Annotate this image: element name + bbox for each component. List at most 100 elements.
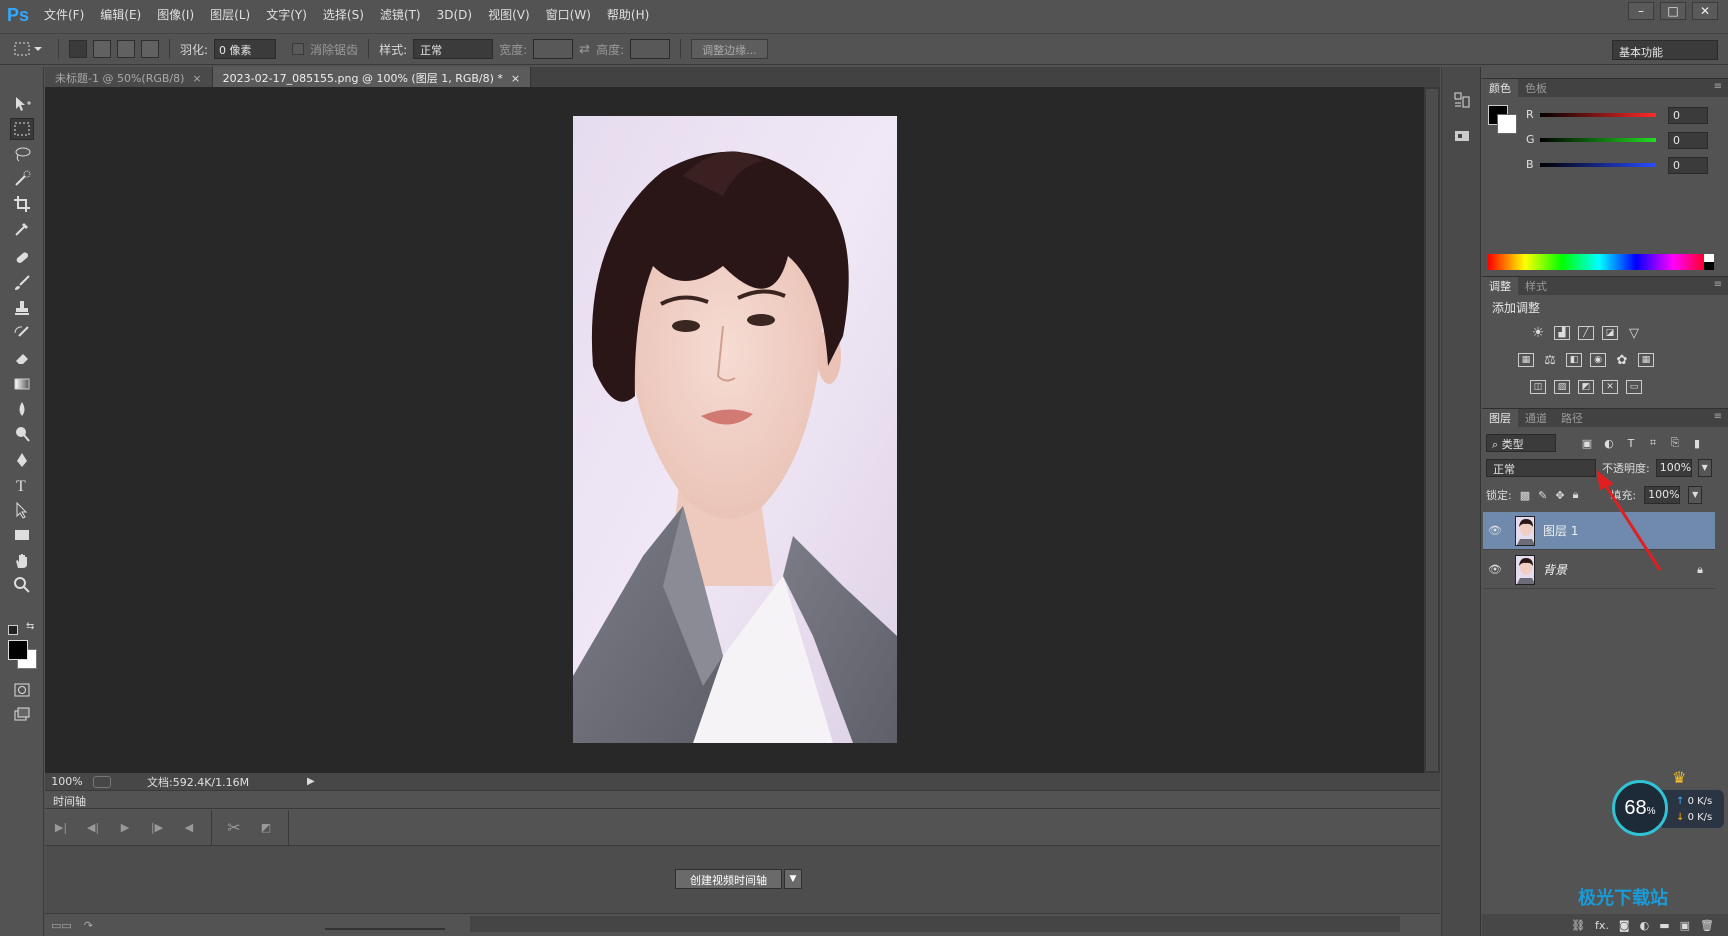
panel-menu-icon[interactable]: ≡ — [1714, 81, 1722, 92]
properties-panel-icon[interactable] — [1453, 127, 1471, 145]
pixel-filter-icon[interactable]: ▣ — [1576, 437, 1598, 450]
color-spectrum[interactable] — [1488, 254, 1710, 270]
crop-tool-icon[interactable] — [10, 193, 34, 215]
menu-help[interactable]: 帮助(H) — [599, 0, 657, 30]
menu-image[interactable]: 图像(I) — [149, 0, 202, 30]
red-value[interactable]: 0 — [1668, 107, 1708, 124]
shape-filter-icon[interactable]: ⌗ — [1642, 436, 1664, 450]
swap-icon[interactable]: ⇄ — [579, 42, 590, 57]
status-info-icon[interactable] — [93, 775, 111, 788]
spectrum-black-white[interactable] — [1704, 254, 1714, 270]
green-value[interactable]: 0 — [1668, 132, 1708, 149]
exposure-icon[interactable]: ◪ — [1602, 326, 1618, 340]
screen-mode-icon[interactable] — [10, 703, 34, 725]
maximize-button[interactable]: □ — [1660, 2, 1686, 20]
lasso-tool-icon[interactable] — [10, 143, 34, 165]
panel-menu-icon[interactable]: ≡ — [1714, 411, 1722, 422]
minimize-button[interactable]: – — [1628, 2, 1654, 20]
color-lookup-icon[interactable]: ▦ — [1638, 353, 1654, 367]
create-video-timeline-button[interactable]: 创建视频时间轴 — [675, 869, 782, 889]
tab-adjustments[interactable]: 调整 — [1482, 276, 1518, 296]
brightness-icon[interactable]: ☀ — [1530, 325, 1546, 341]
convert-frames-icon[interactable]: ▭▭ — [51, 919, 72, 932]
render-icon[interactable]: ↷ — [84, 919, 93, 932]
layer-name[interactable]: 图层 1 — [1543, 522, 1578, 539]
refine-edge-button[interactable]: 调整边缘... — [691, 39, 768, 59]
style-select[interactable]: 正常 — [413, 39, 494, 59]
new-group-icon[interactable]: ▬ — [1659, 919, 1669, 932]
menu-file[interactable]: 文件(F) — [36, 0, 92, 30]
transition-icon[interactable]: ◩ — [250, 821, 282, 834]
curves-icon[interactable]: ╱ — [1578, 326, 1594, 340]
portrait-photo[interactable] — [573, 116, 897, 743]
photo-filter-icon[interactable]: ◉ — [1590, 353, 1606, 367]
blur-tool-icon[interactable] — [10, 398, 34, 420]
close-button[interactable]: ✕ — [1692, 2, 1718, 20]
zoom-level[interactable]: 100% — [45, 775, 89, 788]
smart-object-filter-icon[interactable]: ⎘ — [1664, 436, 1686, 450]
dodge-tool-icon[interactable] — [10, 423, 34, 445]
marquee-preset-icon[interactable] — [14, 39, 48, 59]
quick-mask-icon[interactable] — [10, 679, 34, 701]
link-layers-icon[interactable]: ⛓ — [1571, 919, 1585, 932]
quick-select-tool-icon[interactable] — [10, 168, 34, 190]
eye-icon[interactable]: 👁︎ — [1483, 563, 1507, 576]
blend-mode-select[interactable]: 正常 — [1486, 459, 1596, 477]
hue-saturation-icon[interactable]: ▦ — [1518, 353, 1534, 367]
tab-styles[interactable]: 样式 — [1518, 277, 1554, 296]
move-tool-icon[interactable] — [10, 93, 34, 115]
new-adjustment-icon[interactable]: ◐ — [1640, 919, 1650, 932]
menu-view[interactable]: 视图(V) — [480, 0, 538, 30]
width-input[interactable] — [533, 39, 574, 59]
scrollbar-thumb[interactable] — [1426, 89, 1438, 771]
menu-type[interactable]: 文字(Y) — [258, 0, 315, 30]
lock-transparency-icon[interactable]: ▩ — [1520, 489, 1530, 502]
lock-all-icon[interactable]: 🔒︎ — [1573, 488, 1579, 502]
next-frame-icon[interactable]: |▶ — [141, 821, 173, 834]
tab-paths[interactable]: 路径 — [1554, 409, 1590, 428]
close-icon[interactable]: × — [511, 72, 520, 85]
play-icon[interactable]: ▶ — [109, 821, 141, 834]
swap-colors-icon[interactable]: ⇆ — [26, 621, 34, 632]
marquee-tool-icon[interactable] — [10, 118, 34, 140]
first-frame-icon[interactable]: ▶| — [45, 821, 77, 834]
hand-tool-icon[interactable] — [10, 550, 34, 572]
healing-brush-tool-icon[interactable] — [10, 247, 34, 269]
menu-select[interactable]: 选择(S) — [315, 0, 372, 30]
tab-swatches[interactable]: 色板 — [1518, 79, 1554, 98]
gradient-tool-icon[interactable] — [10, 373, 34, 395]
clone-stamp-tool-icon[interactable] — [10, 297, 34, 319]
panel-menu-icon[interactable]: ≡ — [1714, 279, 1722, 290]
eye-icon[interactable]: 👁︎ — [1483, 524, 1507, 537]
blue-value[interactable]: 0 — [1668, 157, 1708, 174]
canvas-vertical-scrollbar[interactable] — [1424, 87, 1440, 773]
chevron-down-icon[interactable]: ▼ — [1697, 459, 1712, 477]
levels-icon[interactable]: ▟ — [1554, 326, 1570, 340]
foreground-color-swatch[interactable] — [8, 640, 28, 660]
default-colors-icon[interactable] — [8, 625, 18, 635]
doc-tab-png[interactable]: 2023-02-17_085155.png @ 100% (图层 1, RGB/… — [212, 67, 532, 87]
history-brush-tool-icon[interactable] — [10, 322, 34, 344]
intersect-selection-icon[interactable] — [141, 40, 159, 58]
prev-frame-icon[interactable]: ◀| — [77, 821, 109, 834]
lock-pixels-icon[interactable]: ✎ — [1538, 489, 1547, 502]
status-menu-arrow-icon[interactable]: ▶ — [307, 776, 315, 787]
timeline-title[interactable]: 时间轴 — [53, 795, 86, 808]
black-white-icon[interactable]: ◧ — [1566, 353, 1582, 367]
workspace-select[interactable]: 基本功能 — [1612, 40, 1718, 60]
selective-color-icon[interactable]: ✕ — [1602, 380, 1618, 394]
adjustment-filter-icon[interactable]: ◐ — [1598, 437, 1620, 450]
eraser-tool-icon[interactable] — [10, 347, 34, 369]
antialias-checkbox[interactable] — [292, 43, 305, 55]
type-filter-icon[interactable]: T — [1620, 437, 1642, 450]
menu-window[interactable]: 窗口(W) — [538, 0, 599, 30]
tab-layers[interactable]: 图层 — [1482, 408, 1518, 428]
chevron-down-icon[interactable]: ▼ — [1688, 486, 1703, 504]
menu-layer[interactable]: 图层(L) — [202, 0, 258, 30]
feather-input[interactable]: 0 像素 — [214, 39, 277, 59]
posterize-icon[interactable]: ▨ — [1554, 380, 1570, 394]
channel-mixer-icon[interactable]: ✿ — [1614, 353, 1630, 368]
color-balance-icon[interactable]: ⚖ — [1542, 353, 1558, 368]
eyedropper-tool-icon[interactable] — [10, 218, 34, 240]
pen-tool-icon[interactable] — [10, 449, 34, 471]
